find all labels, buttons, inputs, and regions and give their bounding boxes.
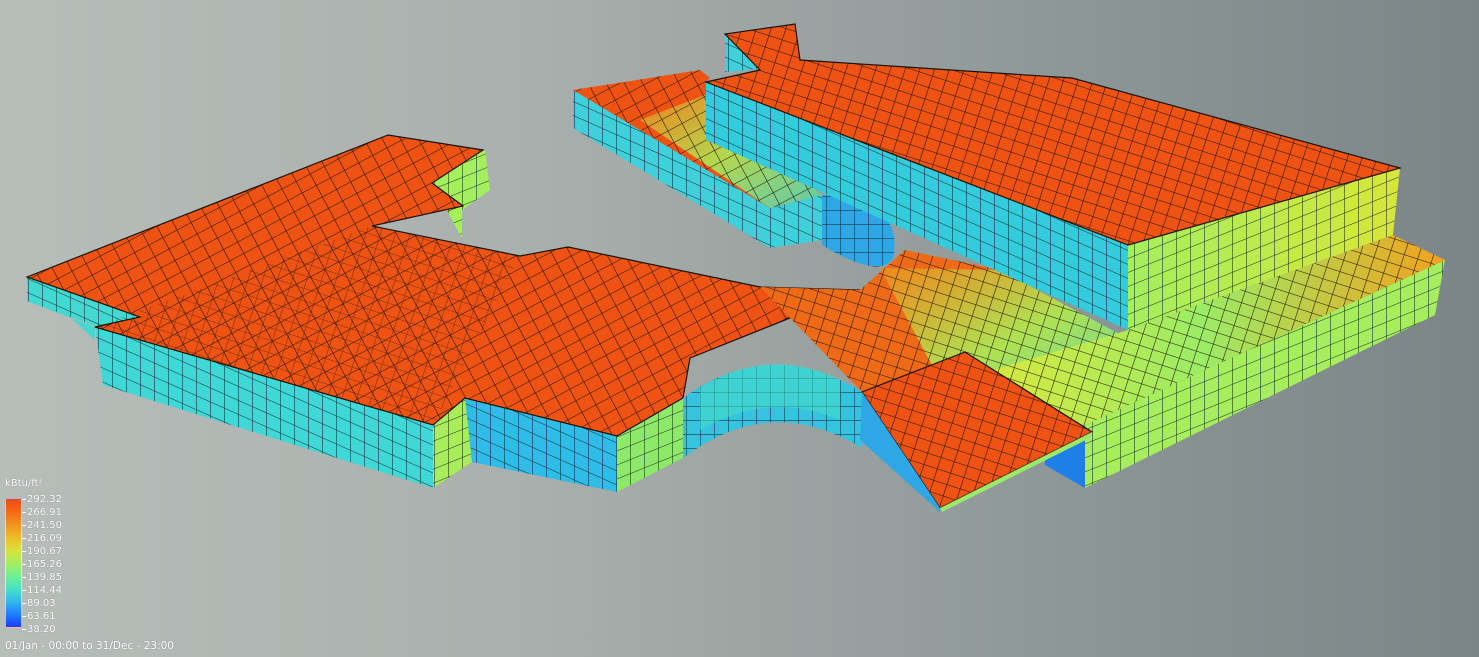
legend-unit: kBtu/ft² xyxy=(5,478,43,489)
front-curved-wall[interactable] xyxy=(683,364,862,458)
building-heat-map-icon[interactable] xyxy=(0,0,1479,657)
legend-tick: 63.61 xyxy=(22,611,56,623)
legend: kBtu/ft² 292.32 266.91 241.50 216.09 190… xyxy=(0,476,120,636)
legend-tick: 241.50 xyxy=(22,520,62,532)
legend-tick: 139.85 xyxy=(22,572,62,584)
time-period-label: 01/Jan - 00:00 to 31/Dec - 23:00 xyxy=(5,640,174,652)
legend-tick: 266.91 xyxy=(22,507,62,519)
legend-tick: 38.20 xyxy=(22,624,56,636)
legend-tick: 165.26 xyxy=(22,559,62,571)
legend-tick: 114.44 xyxy=(22,585,62,597)
legend-tick: 190.67 xyxy=(22,546,62,558)
legend-tick: 292.32 xyxy=(22,494,62,506)
legend-tick: 216.09 xyxy=(22,533,62,545)
3d-viewport[interactable]: kBtu/ft² 292.32 266.91 241.50 216.09 190… xyxy=(0,0,1479,657)
legend-tick: 89.03 xyxy=(22,598,56,610)
legend-color-bar xyxy=(5,498,22,628)
